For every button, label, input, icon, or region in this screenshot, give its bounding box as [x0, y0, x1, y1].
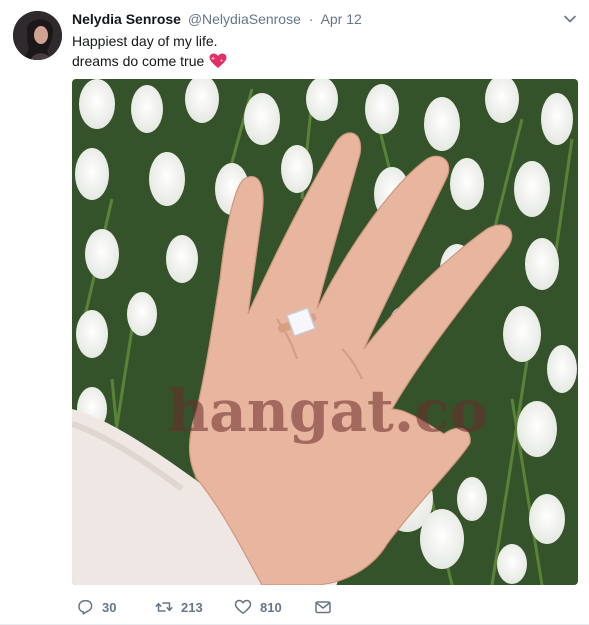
watermark: hangat.co: [167, 377, 488, 445]
svg-text:hangat.co: hangat.co: [167, 377, 488, 445]
avatar-image: [13, 11, 62, 60]
direct-message-button[interactable]: [314, 598, 332, 616]
sparkling-heart-icon: [209, 53, 227, 69]
tweet-text: Happiest day of my life. dreams do come …: [72, 31, 227, 71]
tweet-text-line: Happiest day of my life.: [72, 33, 218, 49]
avatar[interactable]: [13, 11, 62, 60]
tweet-text-line: dreams do come true: [72, 53, 205, 69]
tweet-text-line-with-emoji: dreams do come true: [72, 51, 227, 71]
reply-button[interactable]: 30: [76, 598, 116, 616]
like-button[interactable]: 810: [234, 598, 282, 616]
photo-ring-hand: hangat.co: [72, 79, 578, 585]
envelope-icon: [315, 601, 331, 614]
heart-icon: [234, 599, 252, 614]
retweet-count: 213: [181, 599, 203, 615]
chevron-down-icon[interactable]: [563, 12, 577, 26]
retweet-button[interactable]: 213: [155, 598, 203, 616]
separator: ·: [308, 11, 314, 27]
tweet-photo[interactable]: hangat.co: [72, 79, 578, 585]
reply-icon: [78, 600, 93, 615]
retweet-icon: [155, 602, 173, 612]
display-name[interactable]: Nelydia Senrose: [72, 11, 181, 27]
tweet[interactable]: Nelydia Senrose @NelydiaSenrose · Apr 12…: [0, 0, 589, 625]
tweet-header: Nelydia Senrose @NelydiaSenrose · Apr 12: [72, 10, 362, 28]
user-handle[interactable]: @NelydiaSenrose: [188, 11, 301, 27]
tweet-date[interactable]: Apr 12: [321, 11, 362, 27]
reply-count: 30: [102, 599, 117, 615]
like-count: 810: [260, 599, 282, 615]
